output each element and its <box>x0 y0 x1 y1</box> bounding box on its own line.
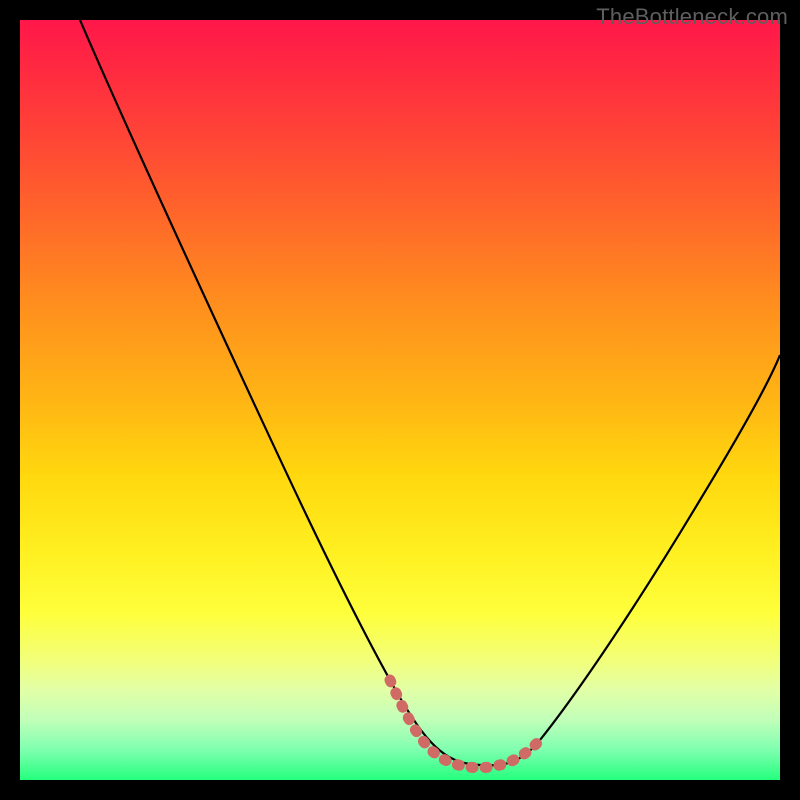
optimal-band-marker <box>390 680 540 768</box>
watermark-text: TheBottleneck.com <box>596 4 788 30</box>
curve-layer <box>20 20 780 780</box>
chart-frame: TheBottleneck.com <box>0 0 800 800</box>
bottleneck-curve <box>80 20 780 765</box>
plot-area <box>20 20 780 780</box>
